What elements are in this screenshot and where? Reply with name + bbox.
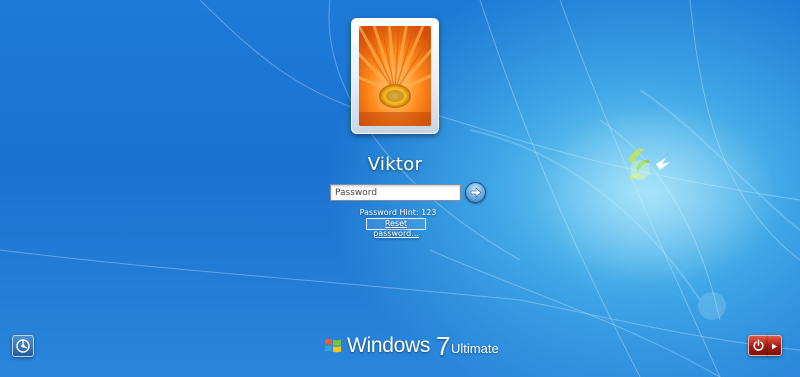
- arrow-right-icon: [470, 187, 482, 198]
- ease-of-access-icon: [16, 339, 30, 353]
- brand-edition: Ultimate: [451, 341, 499, 356]
- brand-word: Windows: [347, 334, 431, 357]
- power-icon: [753, 339, 764, 351]
- password-hint: Password Hint: 123: [359, 208, 437, 217]
- submit-arrow-button[interactable]: [465, 182, 486, 203]
- shut-down-options-button[interactable]: [768, 335, 782, 356]
- windows-flag-icon: [325, 338, 341, 353]
- triangle-right-icon: [772, 343, 777, 350]
- ease-of-access-button[interactable]: [12, 335, 34, 357]
- shut-down-button[interactable]: [748, 335, 769, 356]
- password-field[interactable]: [330, 184, 461, 201]
- user-picture: [359, 26, 431, 126]
- user-name: Viktor: [367, 154, 423, 175]
- user-tile: [351, 18, 439, 134]
- reset-password-link[interactable]: Reset password...: [366, 218, 426, 238]
- brand-version: 7: [436, 331, 451, 361]
